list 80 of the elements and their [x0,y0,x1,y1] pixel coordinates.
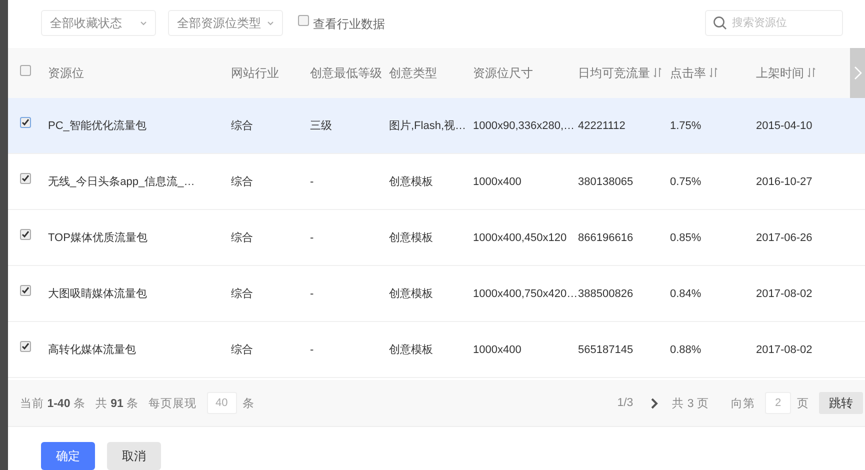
table-cell: - [310,344,314,356]
goto-label: 向第 [731,396,755,410]
table-cell: - [310,232,314,244]
column-header[interactable]: 点击率 [670,64,718,82]
total-pages: 共 3 页 [672,396,709,410]
table-cell: 2015-04-10 [756,120,812,132]
table-cell: 2017-08-02 [756,288,812,300]
total-count: 共 91 条 [95,396,139,410]
page-size-field[interactable]: 40 [206,392,237,414]
table-cell: 2017-08-02 [756,344,812,356]
table-cell: 0.84% [670,288,702,300]
column-header: 资源位尺寸 [473,64,533,82]
table-cell-text: TOP媒体优质流量包 [48,230,148,245]
row-checkbox[interactable] [20,117,31,128]
sort-icon[interactable] [807,66,816,78]
table-cell-text: 三级 [310,119,332,133]
table-cell-text: 综合 [231,118,253,133]
table-cell: 1000x400,450x120 [473,232,567,244]
row-checkbox[interactable] [20,229,31,240]
column-header: 创意最低等级 [310,64,382,82]
page-size-label: 每页展现 [148,396,197,410]
filter-dropdown[interactable]: 全部收藏状态 [41,10,156,36]
table-cell-text: PC_智能优化流量包 [48,118,146,133]
page-size-unit: 条 [242,396,255,410]
goto-button[interactable]: 跳转 [819,392,863,414]
table-cell-text: 创意模板 [389,231,433,245]
table-cell: 1000x400 [473,344,522,356]
column-header[interactable]: 上架时间 [756,64,816,82]
goto-page-field[interactable]: 2 [765,392,791,414]
table-cell: 1.75% [670,120,702,132]
table-cell: 388500826 [578,288,634,300]
table-cell-text: 综合 [231,342,253,357]
table-cell-text: 综合 [231,174,253,189]
current-range: 当前 1-40 条 [20,396,86,410]
table-cell-text: 综合 [231,286,253,301]
table-cell: 0.85% [670,232,702,244]
checkbox-label: 查看行业数据 [313,16,385,32]
search-field[interactable]: 搜索资源位 [705,10,843,36]
table-cell: 866196616 [578,232,634,244]
cancel-button[interactable]: 取消 [107,442,161,470]
table-row[interactable]: PC_智能优化流量包 综合 三级 图片,Flash,视… 1000x90,336x280,… 42221112 1.75% 2015-04-10 [8,98,865,154]
filter-dropdown[interactable]: 全部资源位类型 [168,10,283,36]
table-cell-text: 创意模板 [389,287,433,301]
confirm-button[interactable]: 确定 [41,442,95,470]
table-cell-text: 高转化媒体流量包 [48,342,136,357]
table-cell: 1000x90,336x280,… [473,120,575,132]
table-cell: 2017-06-26 [756,232,812,244]
column-header: 创意类型 [389,64,437,82]
column-header[interactable]: 日均可竞流量 [578,64,662,82]
table-cell: 380138065 [578,176,634,188]
table-cell-text: 创意模板 [389,343,433,357]
page-indicator: 1/3 [617,397,634,409]
table-cell: 1000x400,750x420… [473,288,578,300]
row-checkbox[interactable] [20,341,31,352]
table-cell: 2016-10-27 [756,176,812,188]
sort-icon[interactable] [653,66,662,78]
sort-icon[interactable] [709,66,718,78]
next-page-icon[interactable] [651,398,658,408]
table-cell: 0.88% [670,344,702,356]
column-header: 网站行业 [231,64,279,82]
row-checkbox[interactable] [20,285,31,296]
goto-unit: 页 [797,396,809,410]
caret-icon [140,20,147,26]
row-checkbox[interactable] [20,173,31,184]
table-cell-text: 综合 [231,230,253,245]
table-cell: 0.75% [670,176,702,188]
table-cell: 565187145 [578,344,634,356]
table-cell-text: 创意模板 [389,175,433,189]
table-cell-text: 图片,Flash,视… [389,119,466,133]
table-cell: 1000x400 [473,176,522,188]
select-all-checkbox[interactable] [20,64,31,76]
table-cell-text: 无线_今日头条app_信息流_… [48,174,195,189]
table-cell: - [310,288,314,300]
checkbox[interactable] [298,14,309,26]
caret-icon [267,20,274,26]
table-cell: - [310,176,314,188]
table-cell: 42221112 [578,120,626,132]
column-header: 资源位 [48,64,84,82]
table-cell-text: 大图吸睛媒体流量包 [48,286,147,301]
chevron-right-icon [854,66,862,80]
